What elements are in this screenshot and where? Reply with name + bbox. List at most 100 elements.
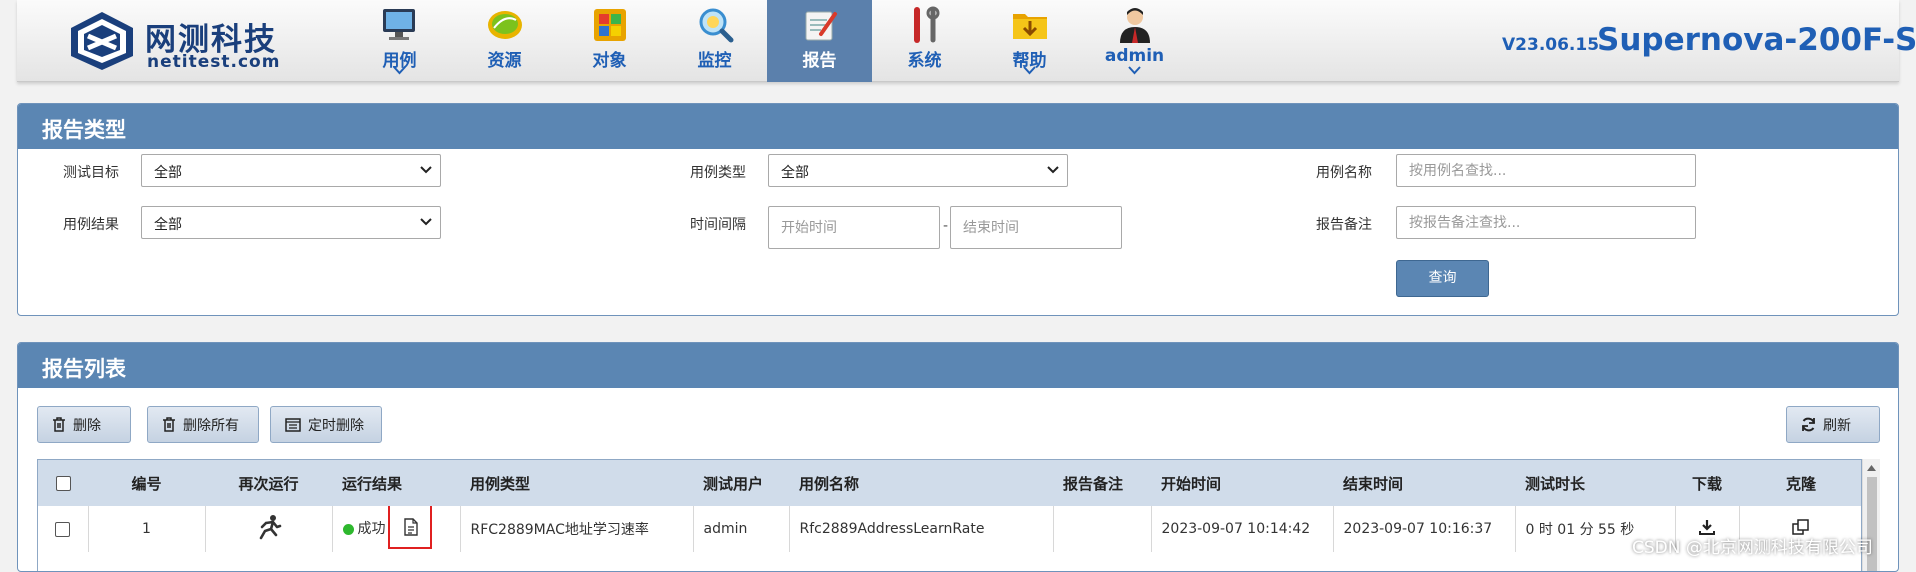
trash-icon [163, 417, 175, 432]
product-name: Supernova-200F-SES [1597, 22, 1916, 58]
delete-button[interactable]: 删除 [37, 406, 131, 443]
nav-item-help[interactable]: 帮助 [977, 0, 1082, 82]
chevron-down-icon [1023, 66, 1036, 75]
column-header[interactable]: 测试用户 [693, 460, 789, 506]
row-start-time: 2023-09-07 10:14:42 [1151, 506, 1334, 552]
delete-label: 删除 [73, 417, 101, 434]
case-result-value: 全部 [154, 217, 182, 233]
column-header[interactable]: 运行结果 [332, 460, 460, 506]
column-header[interactable]: 编号 [88, 460, 205, 506]
chevron-down-icon [420, 166, 432, 174]
refresh-label: 刷新 [1823, 417, 1851, 434]
scheduled-delete-label: 定时删除 [308, 417, 364, 434]
calendar-icon [285, 417, 301, 432]
column-header[interactable]: 测试时长 [1515, 460, 1675, 506]
main-nav: 用例 资源 对象 监控 报告 系统 帮助 admin [347, 0, 1187, 82]
remark-label: 报告备注 [1316, 217, 1372, 233]
nav-item-system[interactable]: 系统 [872, 0, 977, 82]
case-result-select[interactable]: 全部 [141, 206, 441, 239]
chevron-down-icon [420, 218, 432, 226]
query-button[interactable]: 查询 [1396, 260, 1489, 297]
case-name-input[interactable] [1396, 154, 1696, 187]
run-again-icon[interactable] [256, 514, 282, 540]
row-checkbox[interactable] [55, 521, 71, 537]
case-type-label: 用例类型 [690, 165, 746, 181]
refresh-button[interactable]: 刷新 [1786, 406, 1880, 443]
folder-download-icon [1013, 14, 1047, 39]
table-row[interactable]: 1 成功 RFC2889MAC地址学习速率 admin Rfc2889Addre… [38, 506, 1861, 552]
brand-hexagon-icon [71, 12, 133, 70]
nav-item-cases[interactable]: 用例 [347, 0, 452, 82]
report-table: 编号 再次运行 运行结果 用例类型 测试用户 用例名称 报告备注 开始时间 结束… [37, 459, 1862, 571]
nav-item-monitor[interactable]: 监控 [662, 0, 767, 82]
row-case-name: Rfc2889AddressLearnRate [789, 506, 1054, 552]
row-id: 1 [88, 506, 206, 552]
trash-icon [53, 417, 65, 432]
row-case-type: RFC2889MAC地址学习速率 [460, 506, 694, 552]
chevron-up-icon[interactable] [1867, 465, 1876, 471]
panel-title: 报告列表 [18, 343, 1898, 388]
row-result: 成功 [357, 521, 386, 537]
view-report-link[interactable] [387, 506, 432, 549]
delete-all-button[interactable]: 删除所有 [147, 406, 259, 443]
document-icon [403, 518, 418, 536]
start-time-input[interactable] [768, 206, 940, 249]
nav-label: 资源 [487, 51, 522, 71]
user-icon [1120, 8, 1150, 43]
column-header[interactable]: 结束时间 [1333, 460, 1515, 506]
monitor-icon [383, 9, 415, 40]
tools-icon [914, 6, 940, 43]
test-target-label: 测试目标 [63, 165, 119, 181]
nav-label: 系统 [907, 51, 942, 71]
column-header[interactable]: 开始时间 [1151, 460, 1333, 506]
panel-title: 报告类型 [18, 104, 1898, 149]
row-user: admin [693, 506, 790, 552]
nav-item-reports[interactable]: 报告 [767, 0, 872, 82]
version-label: V23.06.15 [1502, 35, 1600, 55]
nav-item-objects[interactable]: 对象 [557, 0, 662, 82]
magnifier-icon [699, 8, 734, 43]
nav-item-admin[interactable]: admin [1082, 0, 1187, 82]
nav-label: admin [1104, 46, 1165, 66]
column-header[interactable]: 克隆 [1739, 460, 1861, 506]
brand-domain: netitest.com [147, 52, 281, 72]
column-header[interactable]: 用例类型 [460, 460, 693, 506]
end-time-input[interactable] [950, 206, 1122, 249]
nav-label: 监控 [697, 51, 732, 71]
column-header[interactable]: 下载 [1675, 460, 1739, 506]
chevron-down-icon [1128, 66, 1141, 75]
top-navigation-bar: 网测科技 netitest.com 用例 资源 对象 监控 报告 系统 帮助 a… [17, 0, 1916, 82]
row-remark [1053, 506, 1152, 552]
case-type-select[interactable]: 全部 [768, 154, 1068, 187]
delete-all-label: 删除所有 [183, 417, 239, 434]
test-target-select[interactable]: 全部 [141, 154, 441, 187]
select-all-checkbox[interactable] [55, 476, 71, 491]
nav-item-resources[interactable]: 资源 [452, 0, 557, 82]
leaf-resource-icon [488, 11, 522, 39]
watermark-text: CSDN @北京网测科技有限公司 [1632, 538, 1873, 558]
time-range-separator: - [943, 218, 949, 234]
column-header[interactable]: 报告备注 [1053, 460, 1151, 506]
case-type-value: 全部 [781, 165, 809, 181]
nav-label: 对象 [592, 51, 627, 71]
blocks-icon [594, 9, 626, 41]
column-header[interactable]: 用例名称 [789, 460, 1053, 506]
scheduled-delete-button[interactable]: 定时删除 [270, 406, 382, 443]
success-status-dot [342, 523, 354, 535]
row-end-time: 2023-09-07 10:16:37 [1333, 506, 1516, 552]
case-result-label: 用例结果 [63, 217, 119, 233]
column-header[interactable]: 再次运行 [205, 460, 332, 506]
test-target-value: 全部 [154, 165, 182, 181]
table-header-row: 编号 再次运行 运行结果 用例类型 测试用户 用例名称 报告备注 开始时间 结束… [38, 460, 1861, 506]
report-list-panel: 报告列表 删除 删除所有 定时删除 刷新 编号 再次运行 运行结果 用例类型 测… [17, 342, 1899, 572]
refresh-icon [1802, 417, 1815, 432]
report-pen-icon [805, 11, 837, 41]
time-range-label: 时间间隔 [690, 217, 746, 233]
brand-logo[interactable]: 网测科技 netitest.com [67, 8, 297, 74]
case-name-label: 用例名称 [1316, 165, 1372, 181]
report-filter-panel: 报告类型 测试目标 全部 用例类型 全部 用例名称 用例结果 全部 时间间隔 -… [17, 103, 1899, 316]
remark-input[interactable] [1396, 206, 1696, 239]
chevron-down-icon [393, 66, 406, 75]
nav-label: 报告 [802, 51, 837, 71]
chevron-down-icon [1047, 166, 1059, 174]
